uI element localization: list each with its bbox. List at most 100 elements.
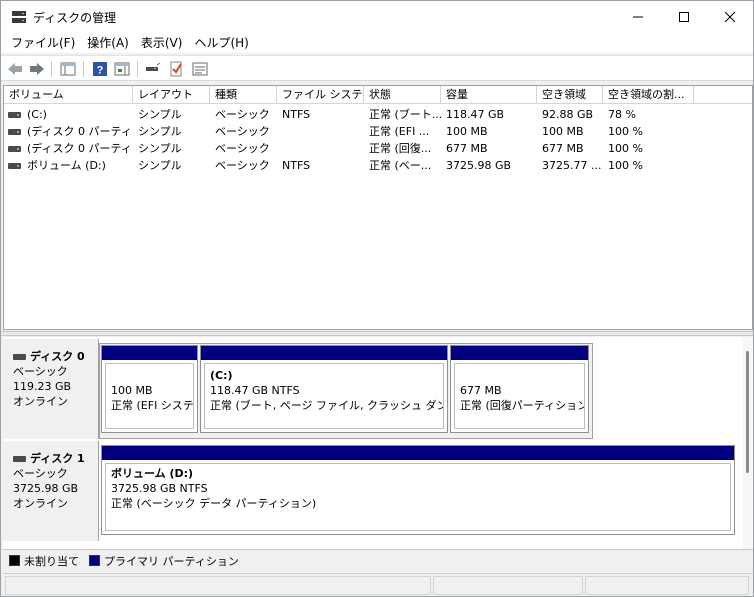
partition-title — [111, 368, 193, 383]
volume-type: ベーシック — [215, 159, 270, 172]
volume-name: (ディスク 0 パーティシ... — [27, 142, 133, 155]
disk-size: 119.23 GB — [13, 380, 72, 393]
minimize-button[interactable] — [615, 1, 661, 33]
volume-capacity: 677 MB — [446, 142, 488, 155]
volume-row[interactable]: (ディスク 0 パーティシ... シンプル ベーシック 正常 (EFI ... … — [4, 123, 752, 140]
partition-c[interactable]: (C:) 118.47 GB NTFS 正常 (ブート, ページ ファイル, ク… — [200, 345, 448, 433]
disk-state: オンライン — [13, 497, 68, 510]
volume-filesystem — [277, 123, 364, 140]
help-button[interactable]: ? — [91, 60, 109, 78]
toolbar-separator — [51, 61, 52, 77]
disk-row: ディスク 1 ベーシック 3725.98 GB オンライン ボリューム (D:)… — [3, 441, 743, 541]
disk-state: オンライン — [13, 395, 68, 408]
volume-free-space: 92.88 GB — [542, 108, 594, 121]
partition-title: (C:) — [210, 369, 233, 382]
partition-recovery[interactable]: 677 MB 正常 (回復パーティション) — [450, 345, 589, 433]
console-tree-button[interactable] — [59, 60, 77, 78]
partition-status: 正常 (ベーシック データ パーティション) — [111, 497, 317, 510]
partition-size: 677 MB — [460, 384, 502, 397]
column-header-volume[interactable]: ボリューム — [4, 86, 133, 104]
disk-label[interactable]: ディスク 0 ベーシック 119.23 GB オンライン — [3, 339, 99, 439]
pane-splitter[interactable] — [1, 331, 753, 336]
checkmark-document-icon — [170, 61, 182, 77]
partition-details: 100 MB 正常 (EFI システム — [105, 363, 194, 429]
close-icon — [724, 11, 736, 23]
scrollbar-thumb[interactable] — [746, 351, 749, 473]
volume-capacity: 118.47 GB — [446, 108, 505, 121]
disk-icon — [13, 353, 26, 360]
volume-layout: シンプル — [138, 159, 182, 172]
partition-efi[interactable]: 100 MB 正常 (EFI システム — [101, 345, 198, 433]
status-bar — [3, 573, 753, 596]
partition-details: ボリューム (D:) 3725.98 GB NTFS 正常 (ベーシック データ… — [105, 463, 731, 531]
volume-filesystem: NTFS — [282, 108, 311, 121]
volume-capacity: 100 MB — [446, 125, 488, 138]
action-pane-icon — [114, 62, 130, 76]
primary-partition-swatch — [89, 555, 100, 566]
disk-kind: ベーシック — [13, 467, 68, 480]
column-header-capacity[interactable]: 容量 — [441, 86, 537, 104]
volume-row[interactable]: ボリューム (D:) シンプル ベーシック NTFS 正常 (ベー... 372… — [4, 157, 752, 174]
menu-action[interactable]: 操作(A) — [81, 33, 135, 53]
volume-row[interactable]: (ディスク 0 パーティシ... シンプル ベーシック 正常 (回復... 67… — [4, 140, 752, 157]
svg-text:?: ? — [97, 65, 104, 77]
volume-type: ベーシック — [215, 125, 270, 138]
status-panel — [5, 576, 431, 595]
legend-label: 未割り当て — [24, 554, 79, 568]
minimize-icon — [633, 16, 643, 18]
partition-status: 正常 (EFI システム — [111, 399, 194, 412]
disk-label[interactable]: ディスク 1 ベーシック 3725.98 GB オンライン — [3, 441, 99, 541]
volume-type: ベーシック — [215, 142, 270, 155]
volume-free-percent: 100 % — [608, 159, 643, 172]
forward-button[interactable] — [28, 60, 46, 78]
menu-view[interactable]: 表示(V) — [135, 33, 189, 53]
volume-layout: シンプル — [138, 142, 182, 155]
maximize-button[interactable] — [661, 1, 707, 33]
legend-item-unallocated: 未割り当て — [9, 553, 79, 569]
menu-bar: ファイル(F) 操作(A) 表示(V) ヘルプ(H) — [1, 33, 753, 53]
column-header-status[interactable]: 状態 — [364, 86, 441, 104]
volume-name: (C:) — [27, 108, 47, 121]
close-button[interactable] — [707, 1, 753, 33]
column-header-layout[interactable]: レイアウト — [133, 86, 210, 104]
disk-connect-icon — [146, 62, 161, 71]
window-title: ディスクの管理 — [33, 11, 117, 25]
menu-file[interactable]: ファイル(F) — [5, 33, 81, 53]
volume-list: ボリューム レイアウト 種類 ファイル システム 状態 容量 空き領域 空き領域… — [3, 85, 753, 330]
column-header-filesystem[interactable]: ファイル システム — [277, 86, 364, 104]
volume-free-percent: 78 % — [608, 108, 636, 121]
console-tree-icon — [60, 62, 76, 76]
disk-kind: ベーシック — [13, 365, 68, 378]
graphical-view-scrollbar[interactable] — [743, 337, 753, 549]
back-arrow-icon — [8, 63, 22, 75]
column-header-free-space[interactable]: 空き領域 — [537, 86, 603, 104]
status-panel — [433, 576, 583, 595]
disk-size: 3725.98 GB — [13, 482, 79, 495]
drive-icon — [8, 146, 21, 152]
connect-disk-button[interactable] — [144, 60, 162, 78]
volume-free-space: 677 MB — [542, 142, 584, 155]
partition-d[interactable]: ボリューム (D:) 3725.98 GB NTFS 正常 (ベーシック データ… — [101, 445, 735, 535]
volume-status: 正常 (EFI ... — [369, 125, 430, 138]
drive-icon — [8, 112, 21, 118]
maximize-icon — [679, 12, 689, 22]
column-header-free-percent[interactable]: 空き領域の割... — [603, 86, 694, 104]
toolbar: ? — [1, 55, 753, 81]
menu-help[interactable]: ヘルプ(H) — [188, 33, 254, 53]
toolbar-separator — [83, 61, 84, 77]
drive-icon — [8, 129, 21, 135]
volume-row[interactable]: (C:) シンプル ベーシック NTFS 正常 (ブート... 118.47 G… — [4, 106, 752, 123]
back-button[interactable] — [6, 60, 24, 78]
volume-name: ボリューム (D:) — [27, 159, 106, 172]
action-pane-button[interactable] — [113, 60, 131, 78]
volume-layout: シンプル — [138, 108, 182, 121]
help-icon: ? — [93, 62, 107, 77]
volume-free-percent: 100 % — [608, 125, 643, 138]
volume-status: 正常 (ベー... — [369, 159, 432, 172]
disk-name: ディスク 1 — [30, 452, 85, 465]
volume-layout: シンプル — [138, 125, 182, 138]
check-button[interactable] — [167, 60, 185, 78]
properties-button[interactable] — [191, 60, 209, 78]
column-header-type[interactable]: 種類 — [210, 86, 277, 104]
partition-details: (C:) 118.47 GB NTFS 正常 (ブート, ページ ファイル, ク… — [204, 363, 444, 429]
